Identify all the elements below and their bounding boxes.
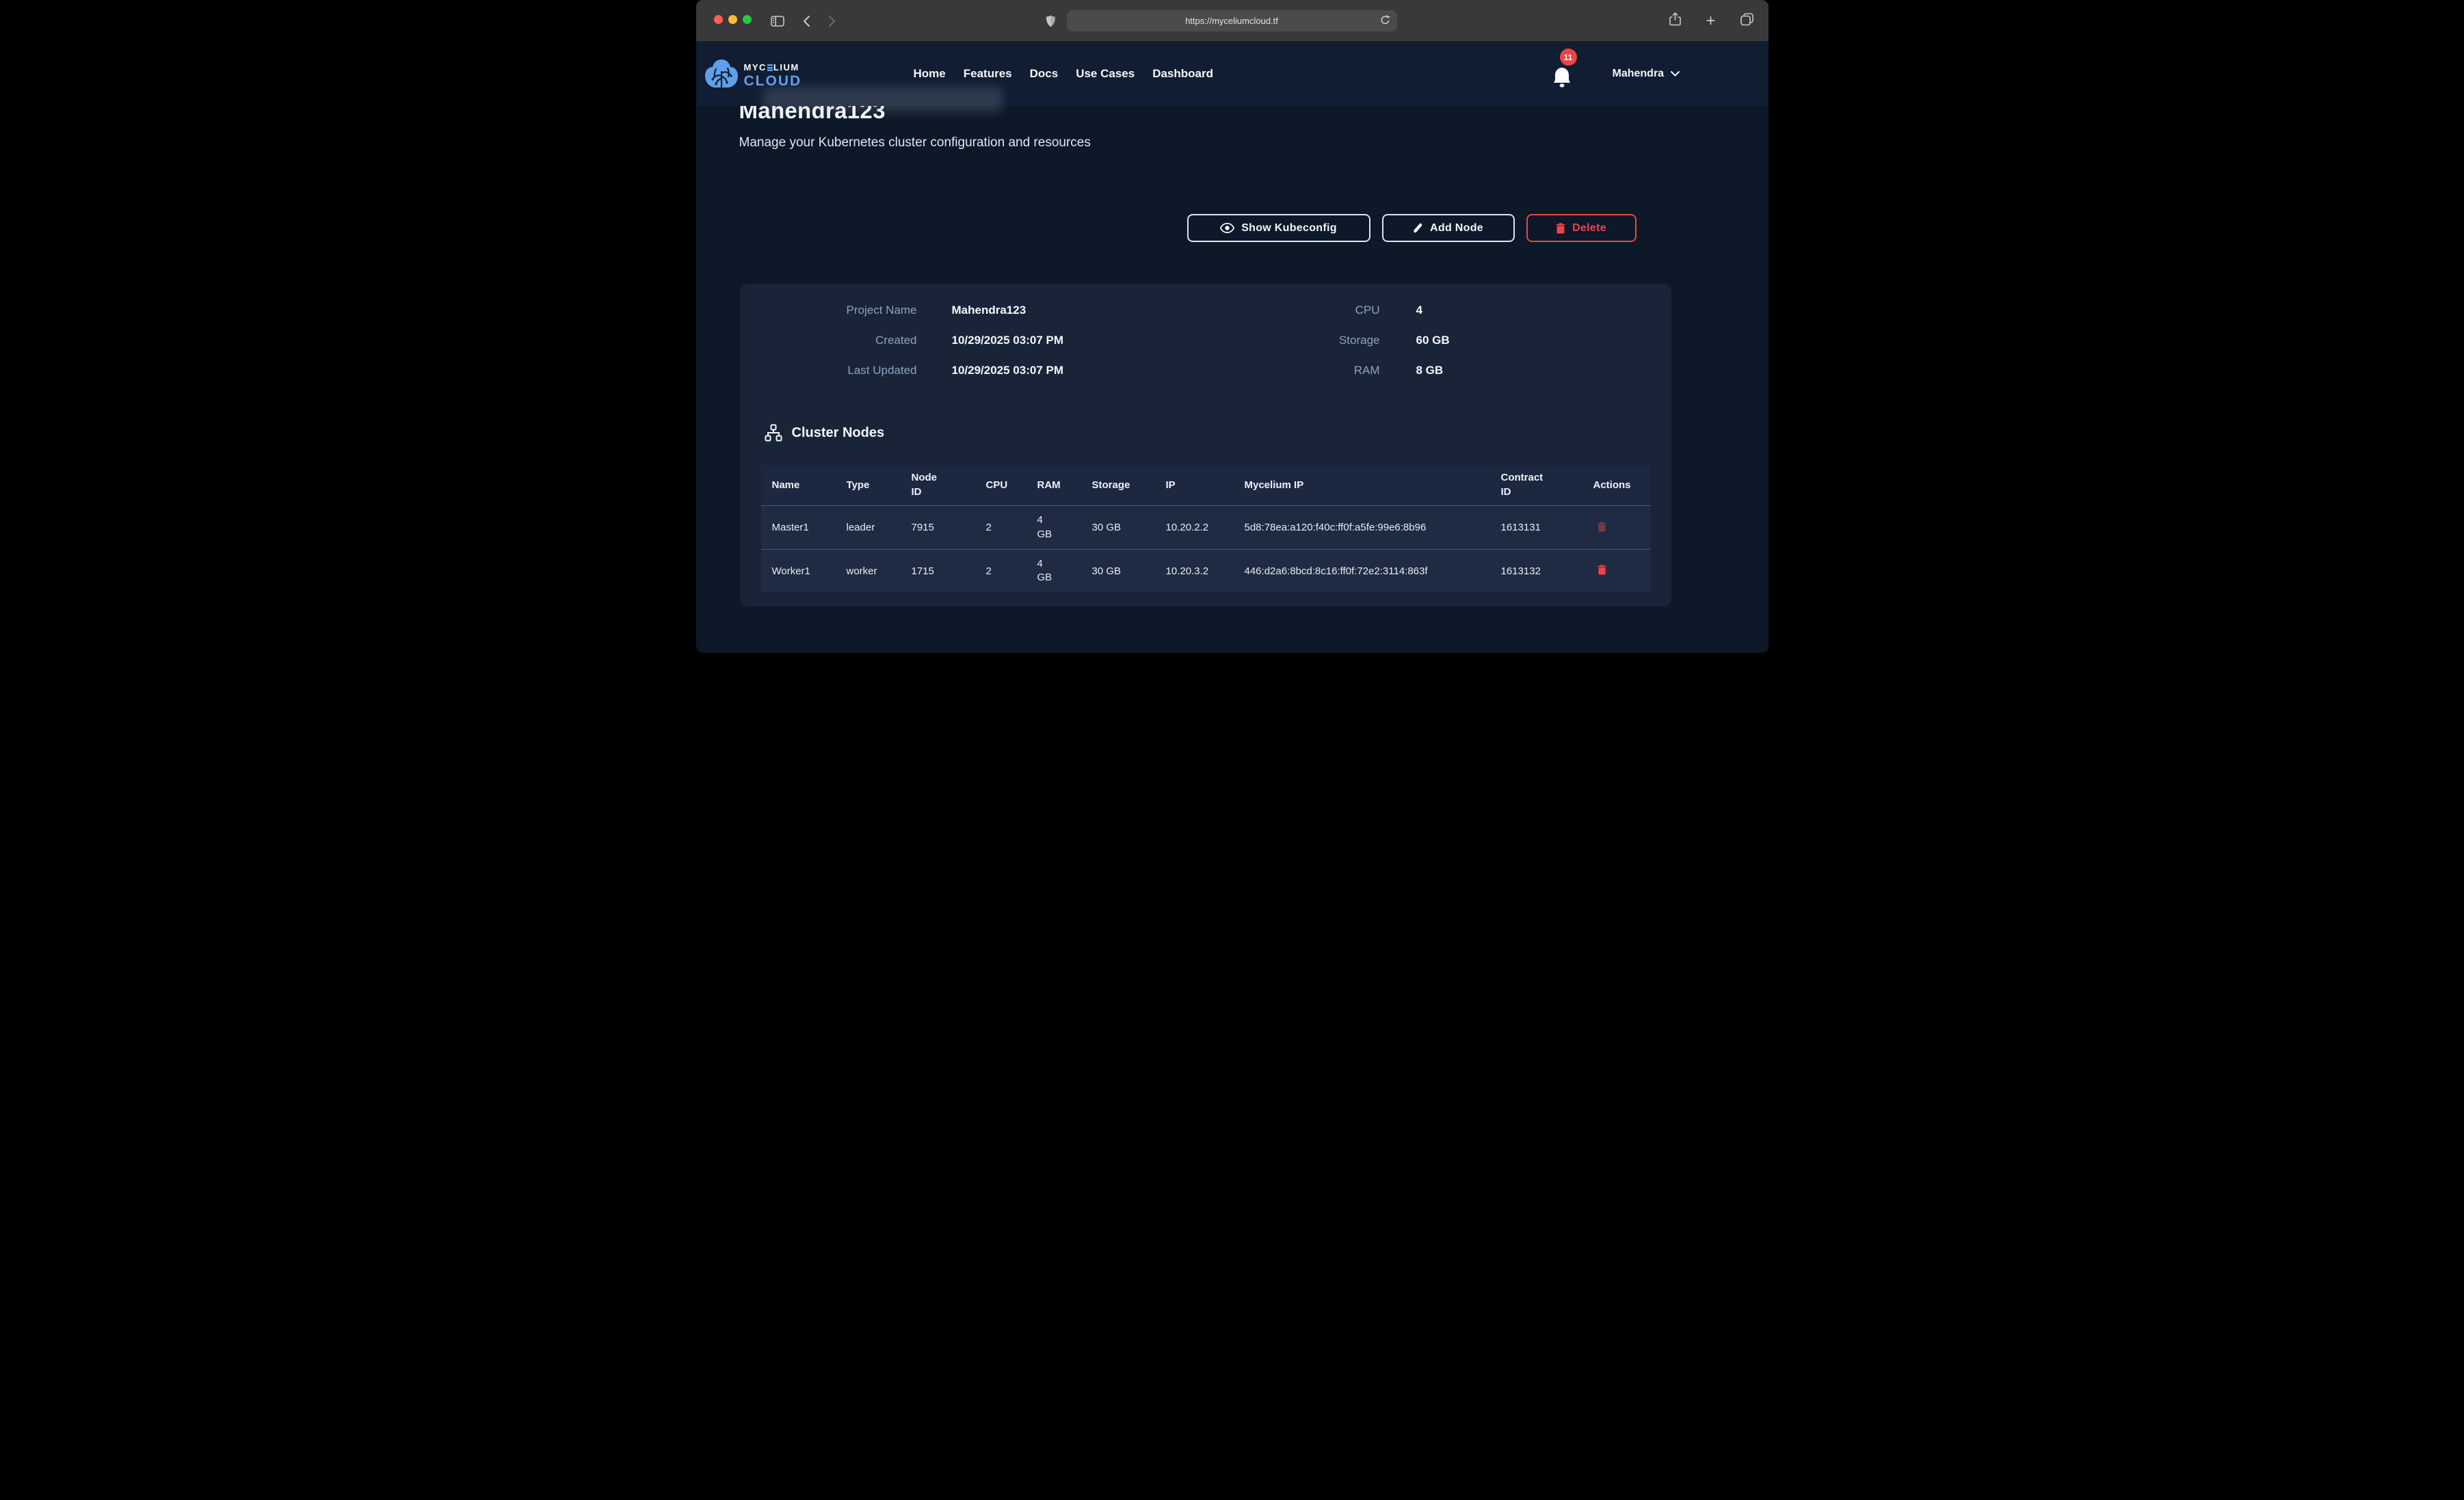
cluster-details-card: Project Name Mahendra123 Created 10/29/2… (740, 284, 1671, 606)
user-menu[interactable]: Mahendra (1613, 42, 1680, 106)
notification-badge: 11 (1560, 49, 1577, 66)
browser-window: https://myceliumcloud.tf + (696, 0, 1768, 653)
info-label: RAM (1260, 360, 1380, 381)
info-label: CPU (1260, 299, 1380, 321)
user-name: Mahendra (1613, 68, 1665, 80)
col-mycelium-ip: Mycelium IP (1245, 479, 1501, 491)
close-window-button[interactable] (714, 15, 723, 24)
info-value: 60 GB (1416, 330, 1450, 351)
trash-icon (1598, 522, 1606, 532)
cluster-nodes-heading: Cluster Nodes (765, 424, 885, 442)
col-type: Type (847, 479, 912, 491)
cluster-info-left: Project Name Mahendra123 Created 10/29/2… (754, 299, 1064, 381)
zoom-window-button[interactable] (743, 15, 752, 24)
cell-contract-id: 1613131 (1501, 522, 1593, 533)
address-bar[interactable]: https://myceliumcloud.tf (1067, 10, 1397, 31)
minimize-window-button[interactable] (728, 15, 737, 24)
cluster-actions: Show Kubeconfig Add Node Delete (696, 214, 1637, 242)
nav-link-use-cases[interactable]: Use Cases (1076, 67, 1135, 81)
forward-icon[interactable] (825, 0, 839, 42)
cell-storage: 30 GB (1092, 565, 1166, 577)
cell-contract-id: 1613132 (1501, 565, 1593, 577)
cell-type: leader (847, 522, 912, 533)
web-page: Mahendra123 Manage your Kubernetes clust… (696, 42, 1768, 653)
cell-cpu: 2 (986, 565, 1037, 577)
add-node-button[interactable]: Add Node (1382, 214, 1515, 242)
cell-node-id: 1715 (912, 565, 986, 577)
cell-ram: 4 GB (1037, 557, 1092, 585)
network-nodes-icon (765, 424, 782, 442)
share-icon[interactable] (1669, 12, 1681, 29)
info-value: Mahendra123 (952, 299, 1064, 321)
mycelium-logo-icon (704, 58, 739, 93)
col-name: Name (772, 479, 847, 491)
cell-ip: 10.20.3.2 (1166, 565, 1245, 577)
delete-cluster-button[interactable]: Delete (1526, 214, 1637, 242)
cell-actions (1593, 562, 1651, 580)
reload-icon[interactable] (1380, 15, 1390, 29)
page-subtitle: Manage your Kubernetes cluster configura… (739, 135, 1091, 150)
info-label: Storage (1260, 330, 1380, 351)
new-tab-icon[interactable]: + (1706, 13, 1715, 29)
nav-link-dashboard[interactable]: Dashboard (1152, 67, 1213, 81)
cell-ip: 10.20.2.2 (1166, 522, 1245, 533)
col-ip: IP (1166, 479, 1245, 491)
cell-type: worker (847, 565, 912, 577)
browser-toolbar: https://myceliumcloud.tf + (696, 0, 1768, 42)
delete-node-button[interactable] (1593, 519, 1611, 537)
url-text: https://myceliumcloud.tf (1185, 16, 1278, 26)
trash-icon (1598, 565, 1606, 575)
info-value: 10/29/2025 03:07 PM (952, 360, 1064, 381)
col-storage: Storage (1092, 479, 1166, 491)
cell-actions (1593, 519, 1651, 537)
col-actions: Actions (1593, 479, 1651, 491)
pencil-icon (1413, 223, 1423, 234)
sidebar-toggle-icon[interactable] (769, 0, 786, 42)
nav-link-docs[interactable]: Docs (1030, 67, 1059, 81)
cell-name: Master1 (772, 522, 847, 533)
info-value: 4 (1416, 299, 1450, 321)
bell-icon (1552, 66, 1572, 88)
cell-node-id: 7915 (912, 522, 986, 533)
nav-links: Home Features Docs Use Cases Dashboard (914, 42, 1214, 106)
delete-node-button[interactable] (1593, 562, 1611, 580)
brand-logo[interactable]: MYCLIUM CLOUD (704, 58, 802, 93)
table-row: Master1 leader 7915 2 4 GB 30 GB 10.20.2… (761, 506, 1651, 549)
col-node-id: Node ID (912, 471, 986, 499)
nodes-table: Name Type Node ID CPU RAM Storage IP Myc… (761, 465, 1651, 592)
app-navbar: MYCLIUM CLOUD Home Features Docs Use Cas… (696, 42, 1768, 106)
cell-mycelium-ip: 5d8:78ea:a120:f40c:ff0f:a5fe:99e6:8b96 (1245, 520, 1501, 535)
brand-name-bottom: CLOUD (744, 74, 802, 88)
nodes-table-header: Name Type Node ID CPU RAM Storage IP Myc… (761, 465, 1651, 506)
info-value: 8 GB (1416, 360, 1450, 381)
cell-ram: 4 GB (1037, 513, 1092, 541)
brand-name-top: MYCLIUM (744, 63, 802, 72)
shield-icon[interactable] (1044, 0, 1059, 42)
brand-e-glyph (767, 64, 773, 71)
cell-storage: 30 GB (1092, 522, 1166, 533)
cell-name: Worker1 (772, 565, 847, 577)
table-row: Worker1 worker 1715 2 4 GB 30 GB 10.20.3… (761, 549, 1651, 592)
nav-link-home[interactable]: Home (914, 67, 946, 81)
eye-icon (1220, 223, 1234, 233)
col-contract-id: Contract ID (1501, 471, 1593, 499)
info-label: Created (754, 330, 917, 351)
chevron-down-icon (1671, 71, 1680, 77)
back-icon[interactable] (800, 0, 814, 42)
col-cpu: CPU (986, 479, 1037, 491)
nav-link-features[interactable]: Features (964, 67, 1012, 81)
show-kubeconfig-button[interactable]: Show Kubeconfig (1187, 214, 1370, 242)
trash-icon (1556, 223, 1565, 234)
col-ram: RAM (1037, 479, 1092, 491)
cell-mycelium-ip: 446:d2a6:8bcd:8c16:ff0f:72e2:3114:863f (1245, 564, 1501, 578)
traffic-lights (714, 15, 752, 24)
info-value: 10/29/2025 03:07 PM (952, 330, 1064, 351)
cell-cpu: 2 (986, 522, 1037, 533)
info-label: Project Name (754, 299, 917, 321)
cluster-info-right: CPU 4 Storage 60 GB RAM 8 GB (1260, 299, 1450, 381)
tab-overview-icon[interactable] (1740, 13, 1753, 29)
notifications-button[interactable] (1552, 66, 1573, 88)
info-label: Last Updated (754, 360, 917, 381)
